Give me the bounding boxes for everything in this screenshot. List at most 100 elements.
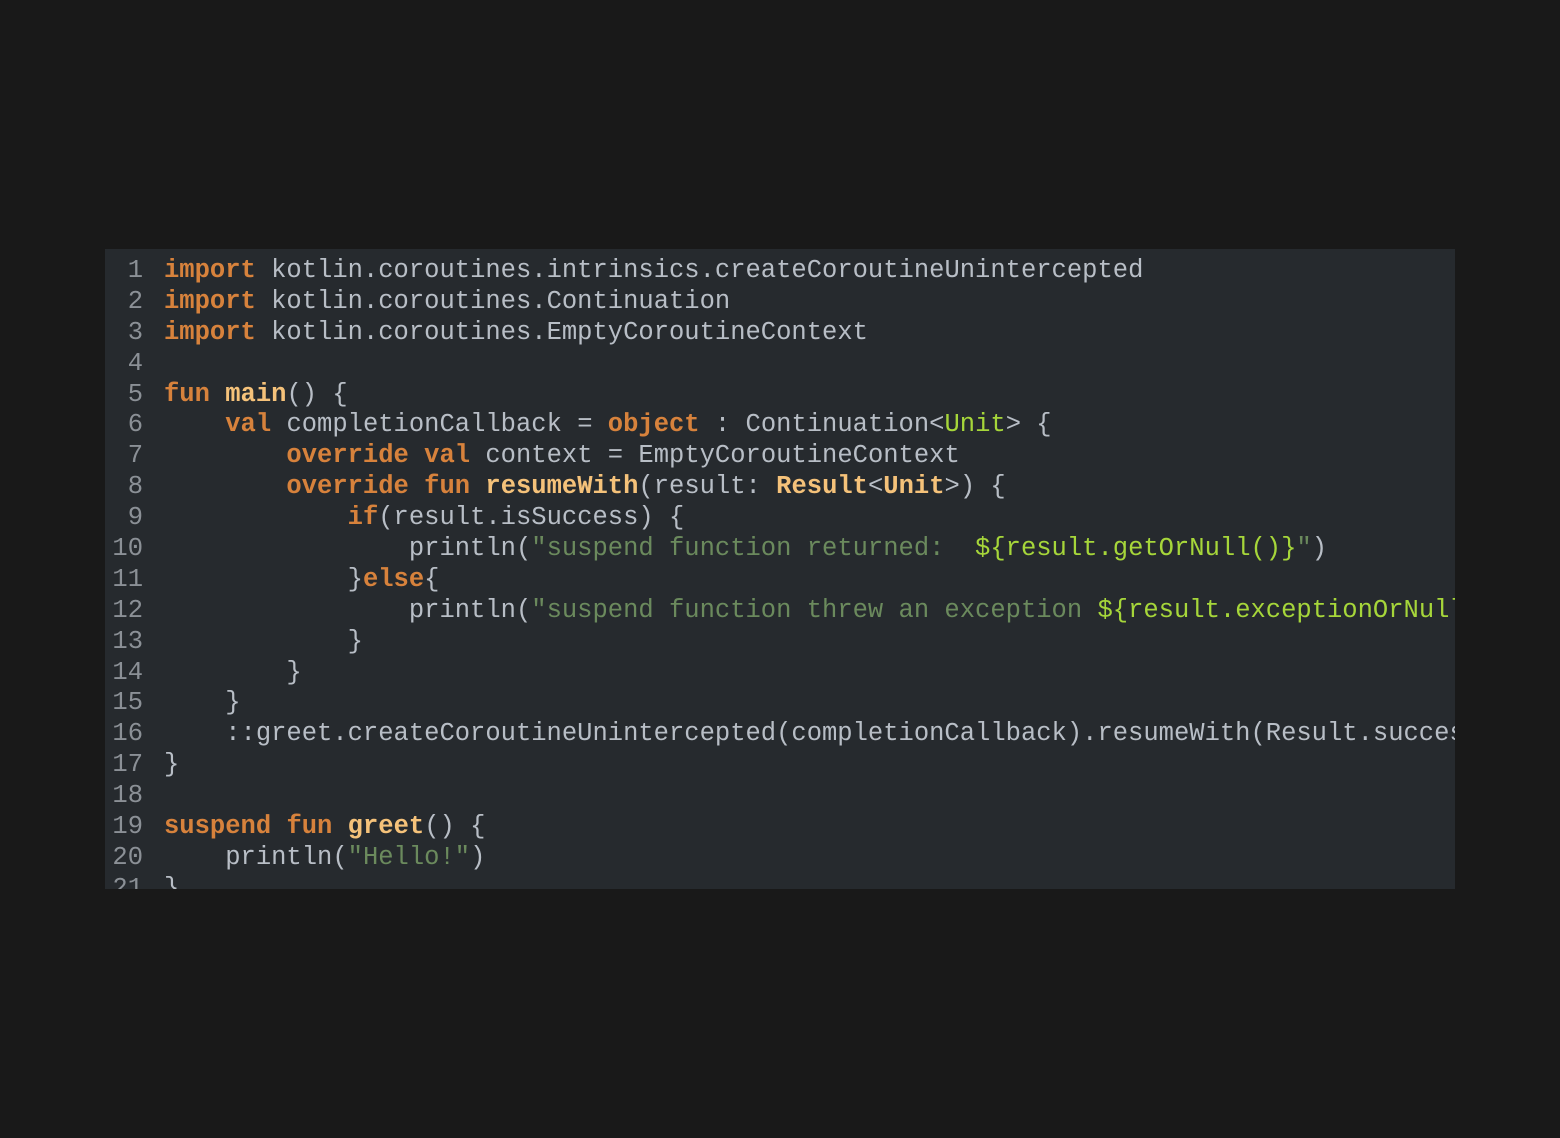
code-text: kotlin.coroutines.Continuation [255,286,731,316]
code-text: } [164,688,241,718]
interpolation-token: ${result.exceptionOrNull()} [1097,595,1455,625]
keyword-token: fun [286,812,333,842]
function-name-token: main [225,379,287,409]
code-text: println( [164,534,532,564]
string-token: " [1296,534,1312,564]
code-text: } [164,564,363,594]
code-line[interactable]: 6 val completionCallback = object : Cont… [105,410,1455,441]
line-number: 8 [127,472,143,502]
code-editor[interactable]: 1 import kotlin.coroutines.intrinsics.cre… [105,249,1455,889]
code-text: } [164,750,180,780]
code-text: : Continuation< [699,410,945,440]
keyword-token: import [164,286,256,316]
keyword-token: fun [164,379,210,409]
line-number: 5 [127,379,143,409]
code-text: () { [286,379,348,409]
line-number: 3 [127,317,143,347]
code-text: kotlin.coroutines.intrinsics.createCorou… [255,256,1144,285]
code-line[interactable]: 4 [105,349,1455,380]
keyword-token: else [362,564,425,594]
keyword-token: object [607,410,700,440]
code-line[interactable]: 14 } [105,658,1455,689]
string-token: "suspend function returned: [531,534,976,564]
code-block[interactable]: 1 import kotlin.coroutines.intrinsics.cre… [105,256,1455,889]
code-line[interactable]: 18 [105,781,1455,812]
code-text: () { [424,812,486,842]
code-text: context = EmptyCoroutineContext [470,441,960,471]
keyword-token: import [164,256,256,285]
line-number: 4 [127,348,143,378]
keyword-token: val [225,410,272,440]
code-text: >) { [944,472,1006,502]
code-text: } [164,873,180,889]
keyword-token: override [286,441,409,471]
code-line[interactable]: 20 println("Hello!") [105,843,1455,874]
line-number: 15 [112,688,143,718]
line-number: 16 [112,719,143,749]
code-text: println( [164,842,348,872]
type-token: Unit [944,410,1006,440]
code-text: (result: [638,472,777,502]
code-text: ) [1311,534,1328,564]
line-number: 9 [127,503,143,533]
function-name-token: greet [347,812,425,842]
code-text: { [424,564,440,594]
line-number: 18 [112,781,143,811]
code-line[interactable]: 8 override fun resumeWith(result: Result… [105,472,1455,503]
line-number: 12 [112,595,143,625]
code-line[interactable]: 11 }else{ [105,565,1455,596]
code-line[interactable]: 17} [105,750,1455,781]
function-name-token: resumeWith [485,472,639,502]
line-number: 10 [112,534,143,564]
code-line[interactable]: 3 import kotlin.coroutines.EmptyCoroutine… [105,318,1455,349]
code-line[interactable]: 15 } [105,688,1455,719]
code-line[interactable]: 10 println("suspend function returned: $… [105,534,1455,565]
code-line[interactable]: 12 println("suspend function threw an ex… [105,596,1455,627]
code-text: > { [1005,410,1052,440]
code-line[interactable]: 21} [105,874,1455,889]
code-line[interactable]: 1 import kotlin.coroutines.intrinsics.cre… [105,256,1455,287]
code-text: } [164,626,363,656]
line-number: 7 [127,441,143,471]
keyword-token: if [347,503,379,533]
line-number: 6 [127,410,143,440]
line-number: 2 [127,286,143,316]
code-text: println( [164,595,532,625]
line-number: 14 [112,657,143,687]
code-line[interactable]: 9 if(result.isSuccess) { [105,503,1455,534]
line-number: 13 [112,626,143,656]
interpolation-token: ${result.getOrNull()} [975,534,1297,564]
keyword-token: val [424,441,471,471]
code-line[interactable]: 7 override val context = EmptyCoroutineC… [105,441,1455,472]
keyword-token: import [164,317,256,347]
code-text: completionCallback = [271,410,608,440]
code-text: < [867,472,884,502]
line-number: 19 [112,812,143,842]
code-text: (result.isSuccess) { [378,503,685,533]
line-number: 17 [112,750,143,780]
line-number: 1 [127,256,143,285]
code-line[interactable]: 19 suspend fun greet() { [105,812,1455,843]
type-token: Unit [883,472,945,502]
code-line[interactable]: 2 import kotlin.coroutines.Continuation [105,287,1455,318]
keyword-token: fun [424,472,471,502]
code-line[interactable]: 16 ::greet.createCoroutineUnintercepted(… [105,719,1455,750]
string-token: "Hello!" [347,842,471,872]
line-number: 11 [112,564,143,594]
keyword-token: suspend [164,812,272,842]
code-line[interactable]: 13 } [105,627,1455,658]
line-number: 20 [112,842,143,872]
code-text: ) [470,842,486,872]
code-text: ::greet.createCoroutineUnintercepted(com… [164,719,1455,749]
code-line[interactable]: 5 fun main() { [105,380,1455,411]
